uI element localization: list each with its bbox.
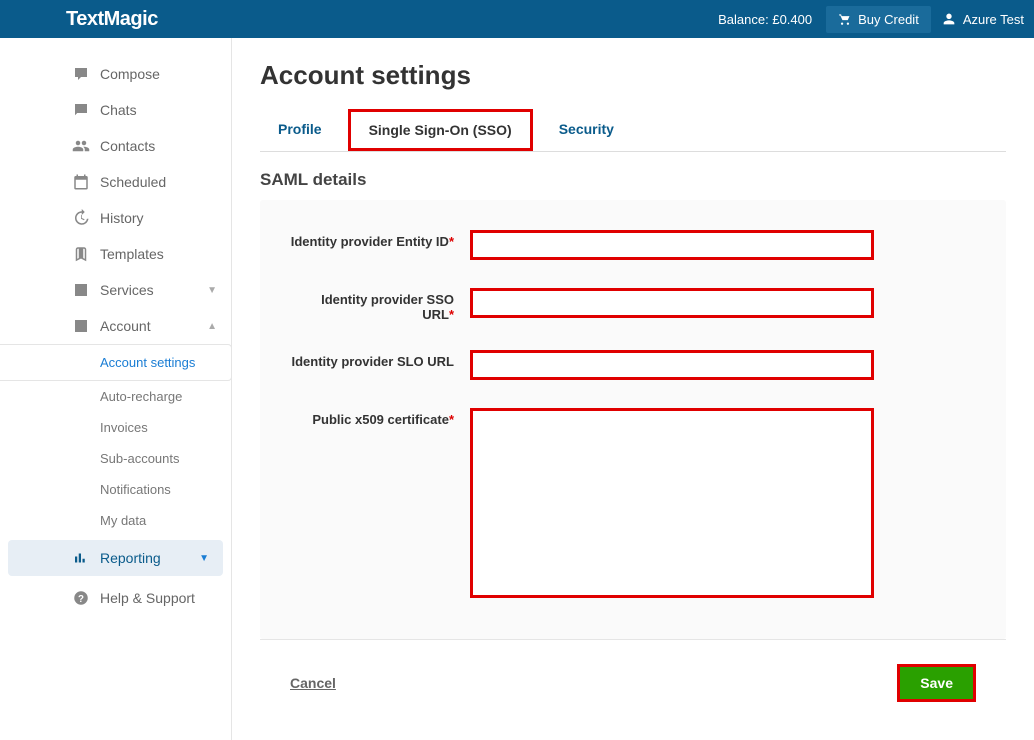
sidebar-item-reporting[interactable]: Reporting ▼ [8,540,223,576]
header: TextMagic Balance: £0.400 Buy Credit Azu… [0,0,1034,38]
logo[interactable]: TextMagic [66,8,158,31]
history-icon [68,209,94,227]
page-title: Account settings [260,60,1006,91]
sidebar-sub-invoices[interactable]: Invoices [0,412,231,443]
sidebar-item-templates[interactable]: Templates [0,236,231,272]
sidebar-item-label: Contacts [100,138,155,154]
contacts-icon [68,137,94,155]
tab-sso[interactable]: Single Sign-On (SSO) [348,109,533,151]
tab-security[interactable]: Security [541,111,632,151]
sidebar-sub-notifications[interactable]: Notifications [0,474,231,505]
tab-profile[interactable]: Profile [260,111,340,151]
sidebar-item-label: Compose [100,66,160,82]
cart-icon [838,12,852,26]
sidebar-item-compose[interactable]: Compose [0,56,231,92]
entity-id-label: Identity provider Entity ID* [290,230,470,249]
user-menu[interactable]: Azure Test [941,11,1024,27]
sidebar-item-account[interactable]: Account ▲ [0,308,231,344]
cert-label: Public x509 certificate* [290,408,470,427]
entity-id-input[interactable] [470,230,874,260]
sso-url-input[interactable] [470,288,874,318]
slo-url-label: Identity provider SLO URL [290,350,470,369]
slo-url-input[interactable] [470,350,874,380]
sidebar-item-contacts[interactable]: Contacts [0,128,231,164]
svg-text:?: ? [78,594,84,605]
help-icon: ? [68,589,94,607]
templates-icon [68,245,94,263]
main-content: Account settings Profile Single Sign-On … [232,38,1034,740]
tabs: Profile Single Sign-On (SSO) Security [260,111,1006,152]
compose-icon [68,65,94,83]
saml-form: Identity provider Entity ID* Identity pr… [260,200,1006,639]
chevron-down-icon: ▼ [207,285,217,296]
sidebar-item-label: Reporting [100,550,161,566]
balance-text: Balance: £0.400 [718,12,812,27]
reporting-icon [68,549,94,567]
sidebar-item-scheduled[interactable]: Scheduled [0,164,231,200]
sso-url-label: Identity provider SSO URL* [290,288,470,322]
sidebar-item-label: Chats [100,102,137,118]
sidebar-sub-subaccounts[interactable]: Sub-accounts [0,443,231,474]
sidebar-sub-auto-recharge[interactable]: Auto-recharge [0,381,231,412]
buy-credit-button[interactable]: Buy Credit [826,6,931,33]
sidebar-item-label: Scheduled [100,174,166,190]
sidebar: Compose Chats Contacts Scheduled History… [0,38,232,740]
cert-textarea[interactable] [470,408,874,598]
buy-credit-label: Buy Credit [858,12,919,27]
form-footer: Cancel Save [260,639,1006,710]
section-title: SAML details [260,170,1006,190]
cancel-button[interactable]: Cancel [290,675,336,691]
chevron-up-icon: ▲ [207,321,217,332]
calendar-icon [68,173,94,191]
sidebar-item-label: Account [100,318,151,334]
account-icon [68,317,94,335]
sidebar-item-label: Services [100,282,154,298]
sidebar-sub-account-settings[interactable]: Account settings [0,344,232,381]
sidebar-item-services[interactable]: Services ▼ [0,272,231,308]
sidebar-item-label: History [100,210,144,226]
sidebar-item-chats[interactable]: Chats [0,92,231,128]
sidebar-item-help[interactable]: ? Help & Support [0,580,231,616]
sidebar-item-history[interactable]: History [0,200,231,236]
sidebar-sub-mydata[interactable]: My data [0,505,231,536]
chat-icon [68,101,94,119]
chevron-down-icon: ▼ [199,553,209,564]
save-button[interactable]: Save [900,667,973,699]
sidebar-item-label: Templates [100,246,164,262]
user-name: Azure Test [963,12,1024,27]
user-icon [941,11,957,27]
services-icon [68,281,94,299]
sidebar-item-label: Help & Support [100,590,195,606]
